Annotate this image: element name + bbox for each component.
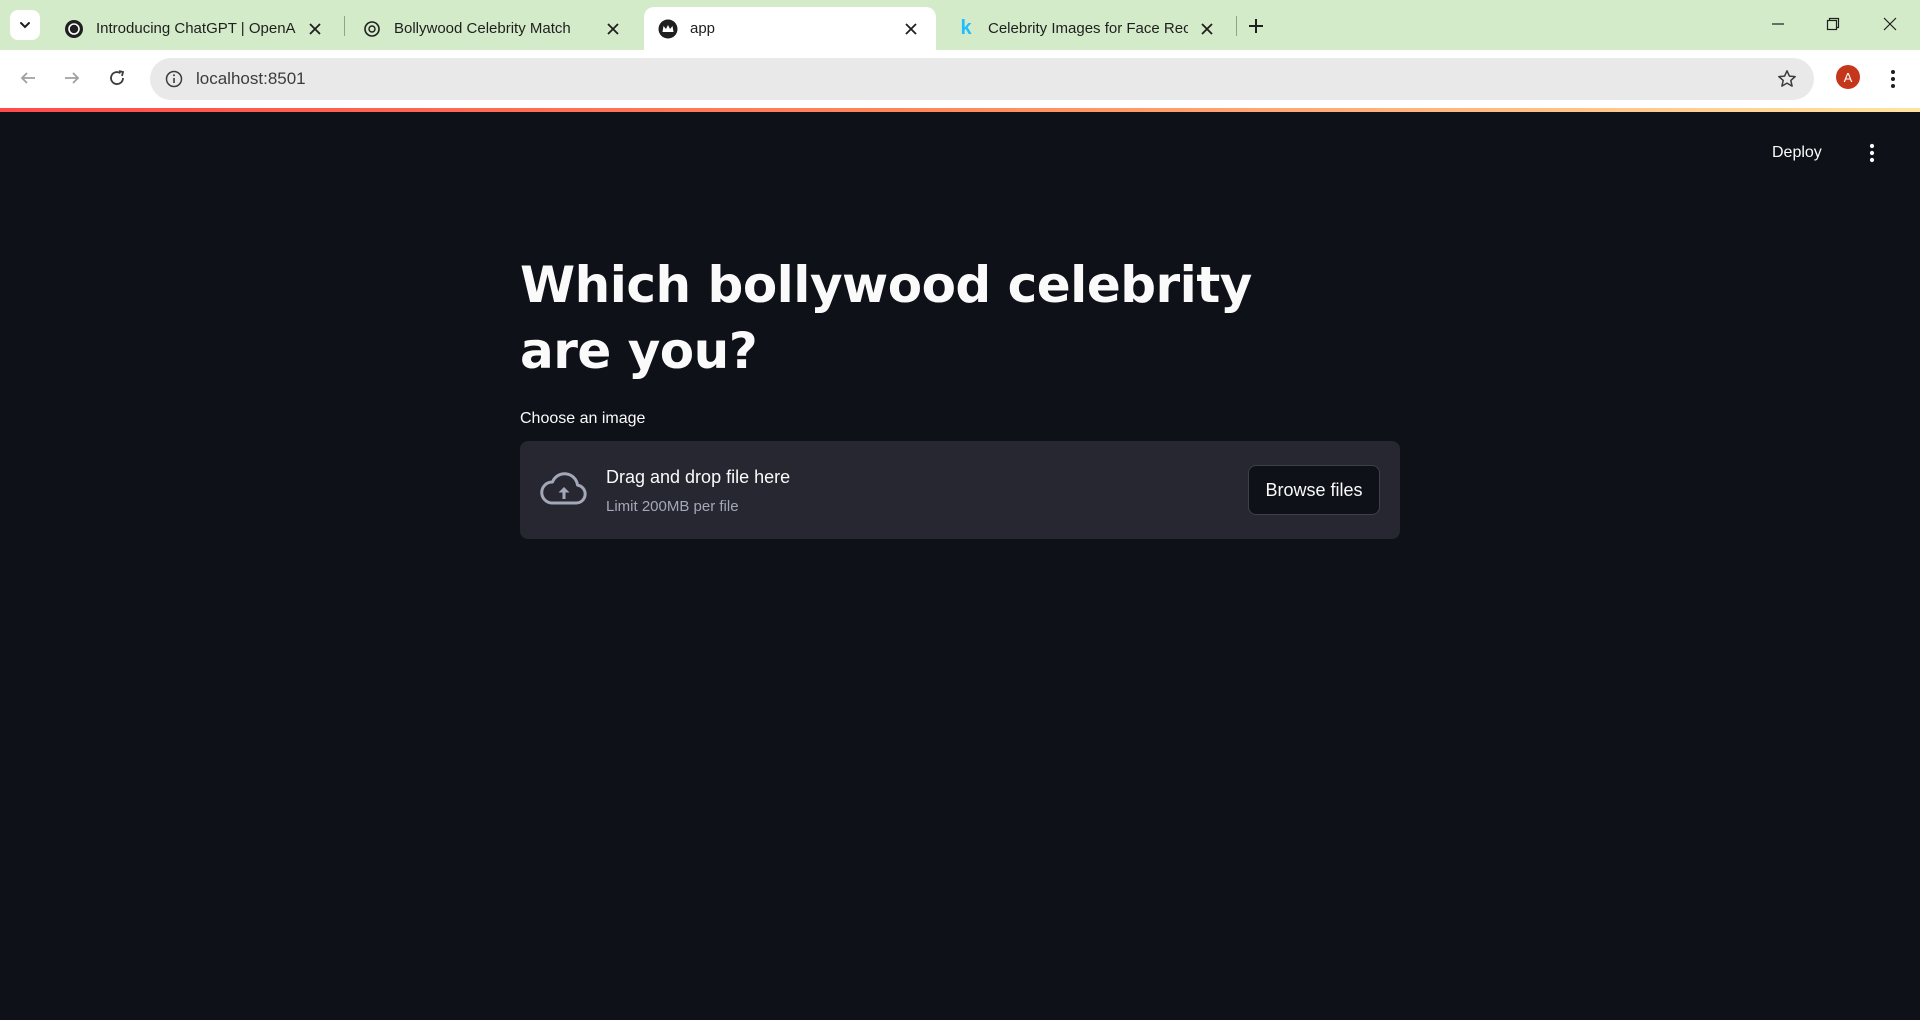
dropzone-file-limit: Limit 200MB per file bbox=[606, 498, 739, 515]
tab-bollywood-celebrity-match[interactable]: Bollywood Celebrity Match bbox=[348, 7, 638, 50]
restore-window-button[interactable] bbox=[1813, 6, 1853, 42]
reload-button[interactable] bbox=[101, 62, 133, 94]
tab-separator bbox=[1236, 16, 1237, 36]
openai-icon bbox=[362, 19, 382, 39]
browse-files-button[interactable]: Browse files bbox=[1248, 465, 1380, 515]
tab-title: Bollywood Celebrity Match bbox=[394, 20, 571, 37]
new-tab-button[interactable] bbox=[1242, 12, 1270, 40]
streamlit-crown-icon bbox=[658, 19, 678, 39]
page-title: Which bollywood celebrity are you? bbox=[520, 256, 1252, 380]
app-main-menu-button[interactable] bbox=[1862, 138, 1882, 168]
browser-toolbar: localhost:8501 A bbox=[0, 50, 1920, 108]
tab-app[interactable]: app bbox=[644, 7, 936, 50]
minimize-icon bbox=[1772, 23, 1784, 25]
address-bar[interactable]: localhost:8501 bbox=[150, 58, 1814, 100]
arrow-left-icon bbox=[20, 72, 35, 84]
close-icon bbox=[1883, 17, 1897, 31]
reload-icon bbox=[110, 70, 125, 85]
openai-icon bbox=[64, 19, 84, 39]
deploy-button[interactable]: Deploy bbox=[1772, 138, 1822, 168]
app-main: Deploy Which bollywood celebrity are you… bbox=[0, 112, 1920, 1020]
kaggle-k-icon: k bbox=[960, 17, 972, 39]
tab-search-button[interactable] bbox=[10, 10, 40, 40]
url-text: localhost:8501 bbox=[196, 69, 306, 88]
forward-button[interactable] bbox=[56, 62, 88, 94]
profile-avatar[interactable]: A bbox=[1836, 65, 1860, 89]
close-tab-icon[interactable] bbox=[304, 18, 326, 40]
more-vertical-icon bbox=[1869, 143, 1875, 163]
bookmark-star-icon[interactable] bbox=[1776, 68, 1798, 90]
browser-tab-strip: Introducing ChatGPT | OpenAI Bollywood C… bbox=[0, 0, 1920, 50]
more-vertical-icon bbox=[1891, 70, 1895, 88]
tab-celebrity-images[interactable]: k Celebrity Images for Face Recog bbox=[942, 7, 1232, 50]
tab-title: Introducing ChatGPT | OpenAI bbox=[96, 20, 296, 37]
browser-menu-button[interactable] bbox=[1880, 64, 1906, 94]
tab-introducing-chatgpt[interactable]: Introducing ChatGPT | OpenAI bbox=[50, 7, 340, 50]
close-tab-icon[interactable] bbox=[1196, 18, 1218, 40]
dropzone-instructions: Drag and drop file here bbox=[606, 467, 791, 487]
chevron-down-icon bbox=[20, 22, 30, 29]
site-info-icon[interactable] bbox=[164, 69, 184, 89]
minimize-window-button[interactable] bbox=[1758, 6, 1798, 42]
close-tab-icon[interactable] bbox=[900, 18, 922, 40]
file-uploader-label: Choose an image bbox=[520, 410, 646, 427]
cloud-upload-icon bbox=[540, 471, 588, 509]
file-dropzone[interactable]: Drag and drop file here Limit 200MB per … bbox=[520, 441, 1400, 539]
tab-separator bbox=[344, 16, 345, 36]
restore-icon bbox=[1826, 17, 1840, 31]
arrow-right-icon bbox=[65, 72, 80, 84]
close-window-button[interactable] bbox=[1870, 6, 1910, 42]
plus-icon bbox=[1249, 19, 1263, 33]
tab-title: Celebrity Images for Face Recog bbox=[988, 20, 1188, 37]
close-tab-icon[interactable] bbox=[602, 18, 624, 40]
tab-title: app bbox=[690, 20, 716, 37]
back-button[interactable] bbox=[12, 62, 44, 94]
